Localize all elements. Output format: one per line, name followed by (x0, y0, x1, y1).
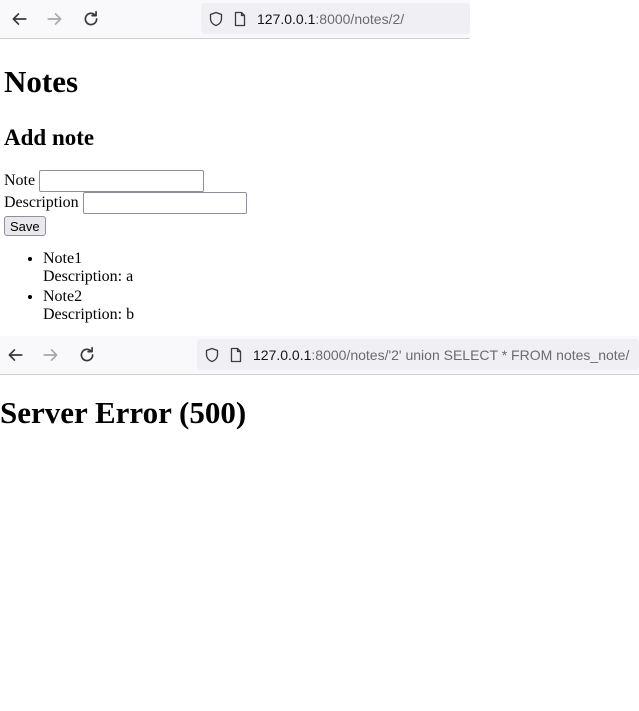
list-item: Note1 Description: a (43, 250, 470, 286)
notes-list: Note1 Description: a Note2 Description: … (4, 250, 470, 324)
page-title: Notes (4, 64, 79, 99)
url-text[interactable]: 127.0.0.1:8000/notes/2/ (257, 11, 404, 27)
list-item: Note2 Description: b (43, 288, 470, 324)
note-row: Note (4, 170, 470, 192)
url-path: :8000/notes/2/ (315, 10, 405, 27)
add-note-heading: Add note (4, 125, 95, 150)
browser-toolbar-bottom: 127.0.0.1:8000/notes/'2' union SELECT * … (0, 336, 639, 375)
add-note-form: Note Description Save (4, 170, 470, 236)
error-title: Server Error (500) (0, 395, 247, 430)
forward-arrow-icon (47, 13, 62, 25)
back-button[interactable] (3, 343, 27, 367)
page-icon[interactable] (227, 346, 245, 364)
save-button[interactable]: Save (4, 216, 46, 236)
url-host: 127.0.0.1 (253, 346, 312, 363)
url-text[interactable]: 127.0.0.1:8000/notes/'2' union SELECT * … (253, 347, 629, 363)
note-label: Note (4, 172, 36, 189)
url-host: 127.0.0.1 (257, 10, 316, 27)
reload-icon (80, 346, 94, 362)
description-row: Description (4, 192, 470, 214)
reload-button[interactable] (75, 343, 99, 367)
note-title: Note1 (43, 250, 83, 267)
note-description: Description: a (43, 268, 134, 285)
forward-button[interactable] (43, 7, 67, 31)
back-button[interactable] (7, 7, 31, 31)
reload-icon (84, 10, 98, 26)
notes-page: Notes Add note Note Description Save Not… (4, 40, 470, 326)
note-input[interactable] (39, 170, 205, 192)
note-title: Note2 (43, 288, 83, 305)
note-description: Description: b (43, 306, 135, 323)
shield-icon[interactable] (207, 10, 225, 28)
back-arrow-icon (8, 349, 23, 361)
back-arrow-icon (12, 13, 27, 25)
shield-icon[interactable] (203, 346, 221, 364)
url-path: :8000/notes/'2' union SELECT * FROM note… (311, 346, 630, 363)
reload-button[interactable] (79, 7, 103, 31)
url-bar[interactable]: 127.0.0.1:8000/notes/'2' union SELECT * … (197, 339, 639, 370)
url-bar[interactable]: 127.0.0.1:8000/notes/2/ (201, 3, 470, 34)
forward-button[interactable] (39, 343, 63, 367)
error-page: Server Error (500) (0, 397, 246, 428)
description-input[interactable] (82, 192, 247, 214)
browser-toolbar-top: 127.0.0.1:8000/notes/2/ (0, 0, 470, 39)
page-icon[interactable] (231, 10, 249, 28)
forward-arrow-icon (43, 349, 58, 361)
description-label: Description (4, 194, 79, 211)
